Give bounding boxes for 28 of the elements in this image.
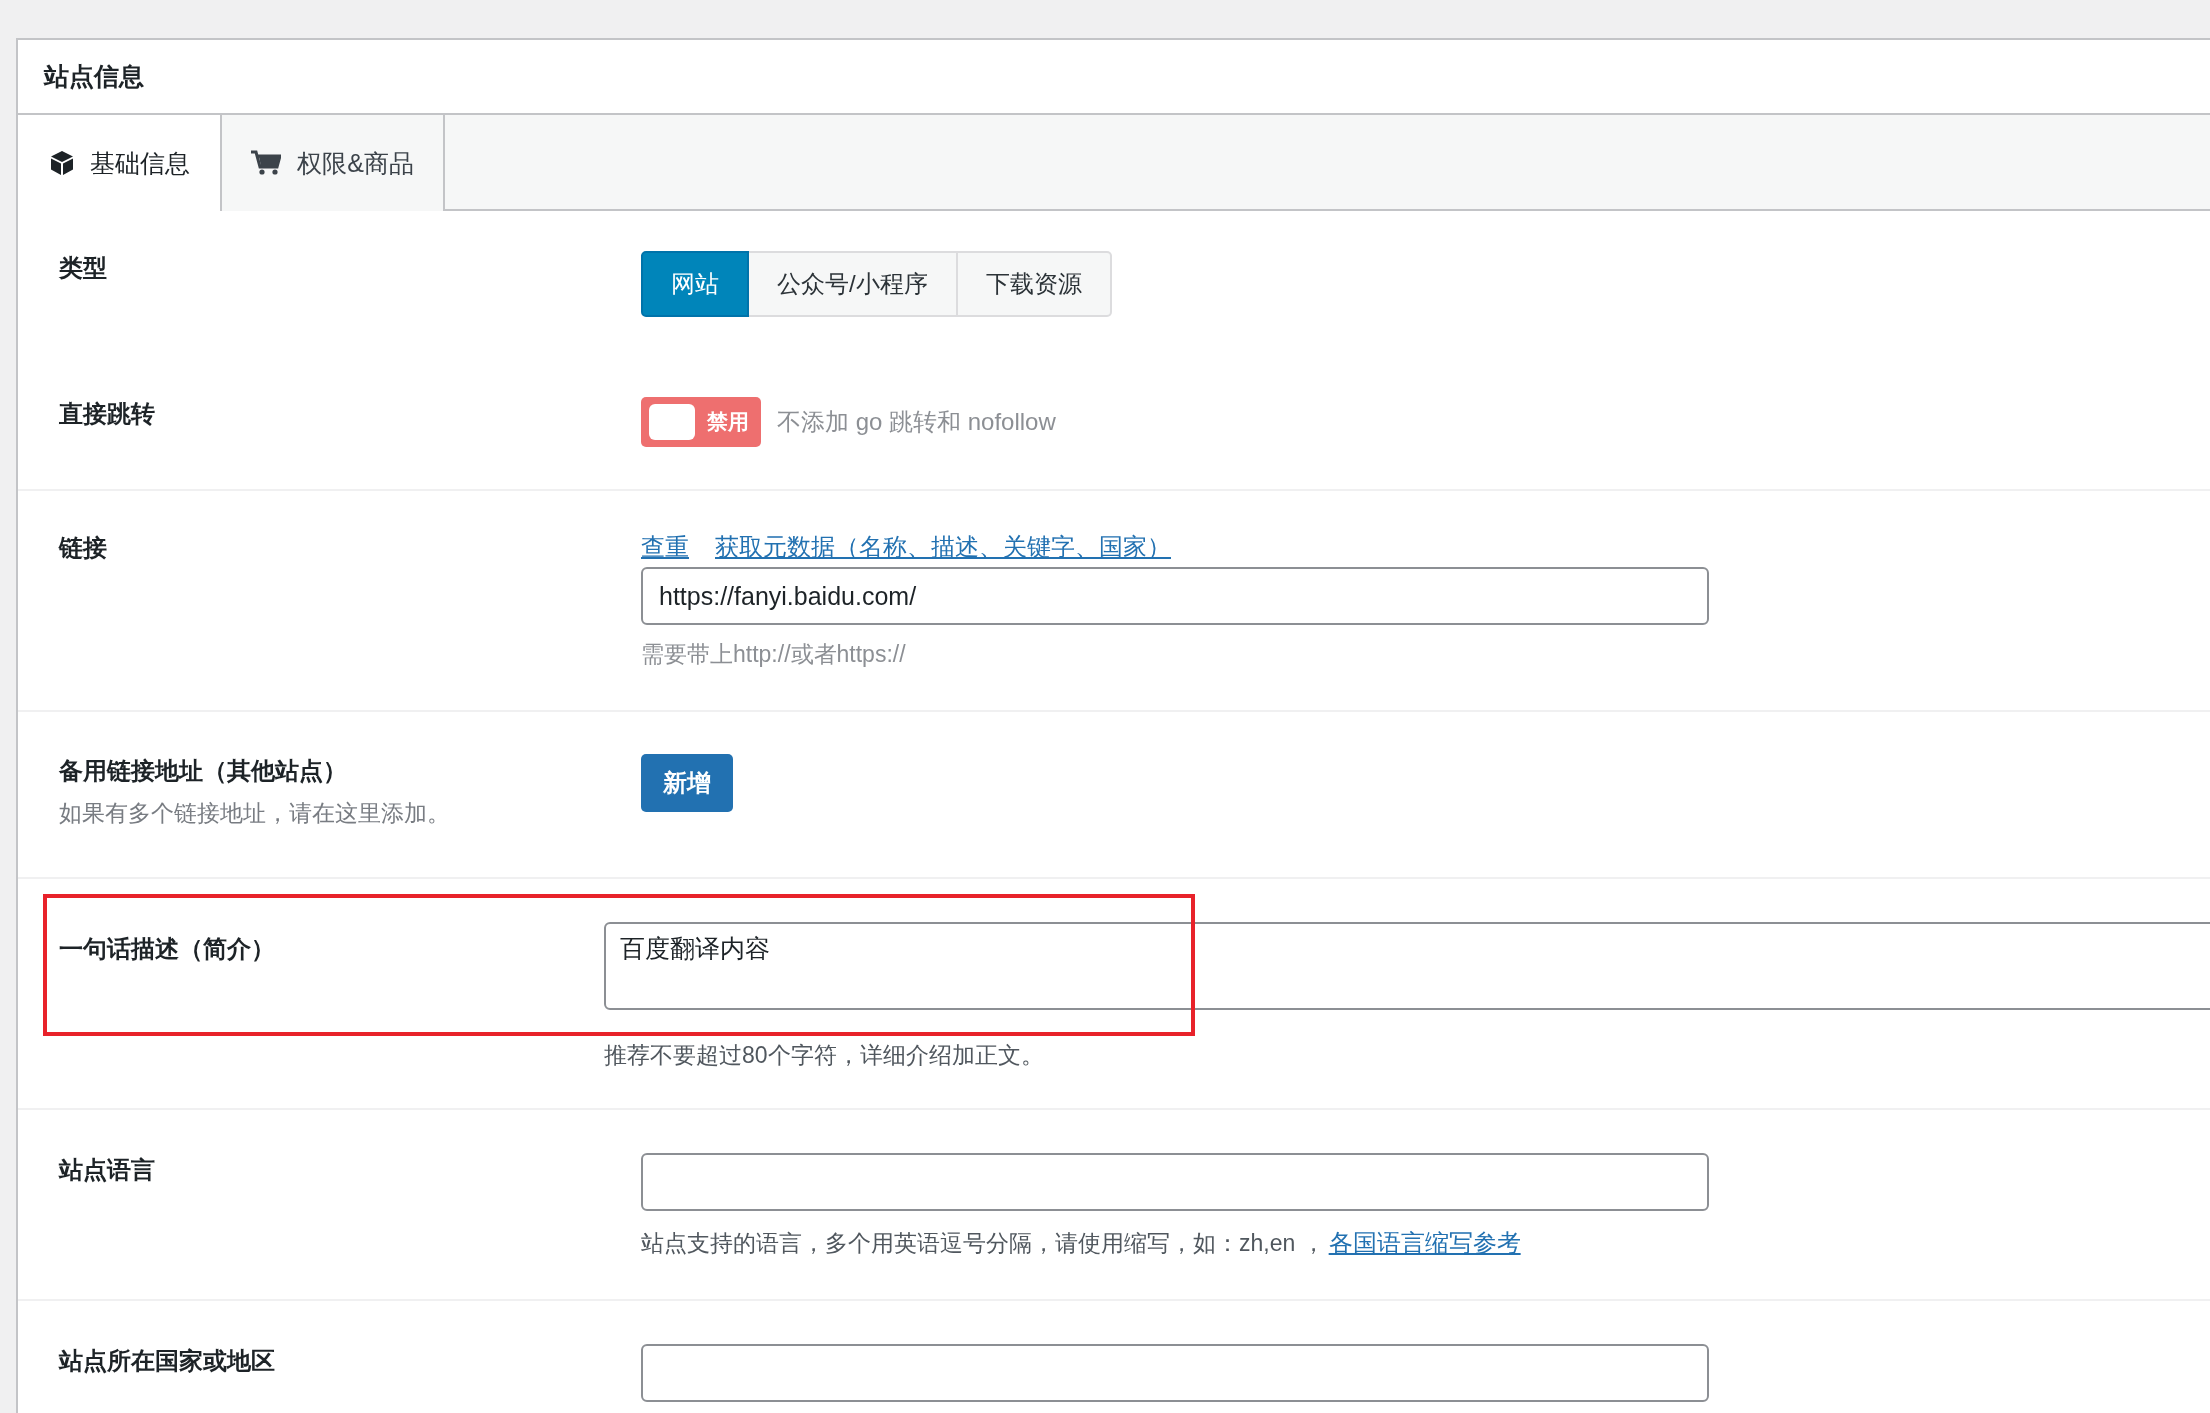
cube-icon: [50, 150, 74, 176]
type-option-button[interactable]: 网站: [641, 251, 749, 317]
text-input[interactable]: [641, 1153, 1709, 1211]
cart-icon: [251, 150, 282, 176]
help-text: 需要带上http://或者https://: [641, 640, 907, 669]
tab[interactable]: 基础信息: [18, 115, 222, 211]
field-description: 如果有多个链接地址，请在这里添加。: [59, 799, 451, 828]
help-text: 推荐不要超过80个字符，详细介绍加正文。: [604, 1041, 1045, 1070]
reference-link[interactable]: 各国语言缩写参考: [1328, 1229, 1521, 1256]
field-label: 站点所在国家或地区: [59, 1346, 276, 1376]
type-option-button[interactable]: 下载资源: [957, 251, 1112, 317]
help-text: 站点支持的语言，多个用英语逗号分隔，请使用缩写，如：zh,en ，: [641, 1230, 1325, 1256]
text-input[interactable]: [641, 1344, 1709, 1402]
field-label: 直接跳转: [59, 399, 156, 429]
field-label: 站点语言: [59, 1155, 156, 1185]
url-input[interactable]: https://fanyi.baidu.com/: [641, 567, 1709, 625]
type-option-button[interactable]: 公众号/小程序: [749, 251, 958, 317]
field-label: 备用链接地址（其他站点）: [59, 756, 348, 786]
add-button[interactable]: 新增: [641, 754, 733, 812]
tab[interactable]: 权限&商品: [222, 115, 445, 211]
description-textarea[interactable]: 百度翻译内容: [604, 922, 2210, 1010]
field-label: 类型: [59, 253, 108, 283]
panel-title: 站点信息: [44, 61, 144, 92]
field-label: 链接: [59, 533, 108, 563]
link[interactable]: 获取元数据（名称、描述、关键字、国家）: [715, 531, 1171, 563]
link[interactable]: 查重: [641, 531, 689, 563]
toggle-hint: 不添加 go 跳转和 nofollow: [777, 407, 1056, 437]
field-label: 一句话描述（简介）: [59, 934, 276, 964]
